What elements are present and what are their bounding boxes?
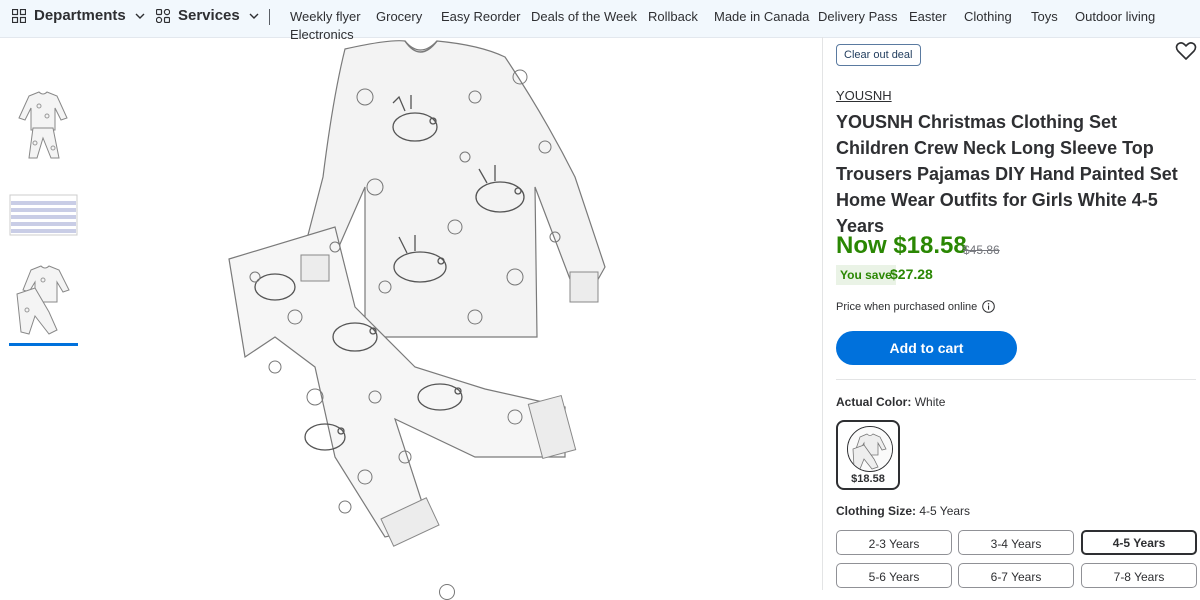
nav-link-rollback[interactable]: Rollback [648,9,698,24]
chevron-down-icon [249,13,259,19]
thumbnail-pajama-front[interactable] [9,88,78,163]
color-option-label: Actual Color: White [836,395,945,409]
add-to-cart-button[interactable]: Add to cart [836,331,1017,365]
swatch-image [847,426,893,472]
grid-icon [12,8,26,23]
pajama-set-thumbnail-image [16,265,70,335]
panel-divider [822,37,823,590]
departments-button[interactable]: Departments [12,7,145,24]
pajama-thumbnail-image [18,91,68,159]
you-save-badge: You save [836,265,896,285]
size-option-6-7-years[interactable]: 6-7 Years [958,563,1074,588]
color-swatch-white[interactable]: $18.58 [836,420,900,490]
size-option-5-6-years[interactable]: 5-6 Years [836,563,952,588]
size-option-7-8-years[interactable]: 7-8 Years [1081,563,1197,588]
nav-link-toys[interactable]: Toys [1031,9,1058,24]
clear-out-deal-badge: Clear out deal [836,44,921,66]
current-price: Now $18.58 [836,232,967,259]
color-label: Actual Color: [836,395,912,409]
size-label: Clothing Size: [836,504,916,518]
original-price: $45.86 [963,243,1000,257]
nav-link-made-in-canada[interactable]: Made in Canada [714,9,809,24]
product-title: YOUSNH Christmas Clothing Set Children C… [836,112,1178,236]
you-save-amount: $27.28 [890,266,933,282]
nav-divider [269,9,270,25]
size-option-4-5-years[interactable]: 4-5 Years [1081,530,1197,555]
swatch-price: $18.58 [851,473,885,485]
size-option-3-4-years[interactable]: 3-4 Years [958,530,1074,555]
nav-link-easy-reorder[interactable]: Easy Reorder [441,9,520,24]
thumbnail-size-chart[interactable] [9,193,78,238]
price-note: Price when purchased online [836,300,996,313]
services-button[interactable]: Services [156,7,259,24]
image-zoom-indicator[interactable] [439,584,455,600]
price-note-text: Price when purchased online [836,300,978,313]
size-chart-thumbnail-image [9,194,78,236]
chevron-down-icon [135,13,145,19]
services-icon [156,8,170,23]
thumbnail-pajama-set[interactable] [9,262,78,340]
nav-link-clothing[interactable]: Clothing [964,9,1012,24]
nav-link-easter[interactable]: Easter [909,9,947,24]
nav-link-deals-of-the-week[interactable]: Deals of the Week [531,9,637,24]
product-main-image[interactable] [215,37,615,557]
heart-icon[interactable] [1175,41,1197,61]
brand-link[interactable]: YOUSNH [836,88,892,103]
section-divider [836,379,1196,380]
info-icon[interactable] [982,300,996,313]
services-label: Services [178,7,240,24]
nav-link-weekly-flyer[interactable]: Weekly flyer [290,9,361,24]
departments-label: Departments [34,7,126,24]
color-value: White [914,395,946,409]
top-nav: Departments Services Weekly flyer Grocer… [0,0,1200,42]
size-option-2-3-years[interactable]: 2-3 Years [836,530,952,555]
thumbnail-selected-indicator [9,343,78,346]
nav-link-delivery-pass[interactable]: Delivery Pass [818,9,897,24]
size-option-label: Clothing Size: 4-5 Years [836,504,970,518]
size-value: 4-5 Years [919,504,971,518]
nav-link-outdoor-living[interactable]: Outdoor living [1075,9,1155,24]
nav-link-grocery[interactable]: Grocery [376,9,422,24]
